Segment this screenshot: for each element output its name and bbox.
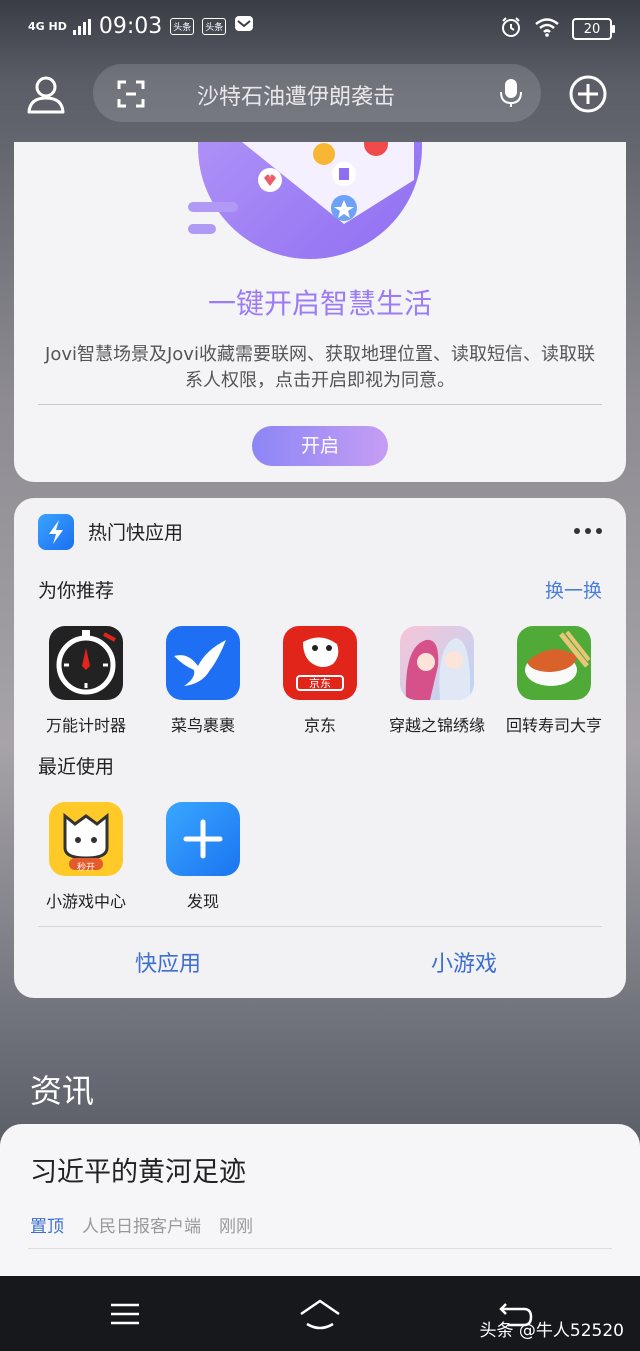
jd-dog-icon: 京东 [283, 626, 357, 700]
quick-apps-title: 热门快应用 [88, 522, 184, 544]
plus-icon [166, 802, 240, 876]
jovi-headline: 一键开启智慧生活 [207, 287, 432, 320]
network-type: 4G HD [28, 20, 67, 33]
watermark: 头条 @牛人52520 [479, 1321, 624, 1341]
quick-apps-link[interactable]: 快应用 [135, 946, 201, 978]
app-chuanyue[interactable]: 穿越之锦绣缘 [377, 626, 497, 736]
quick-app-logo-icon [38, 514, 74, 550]
app-label: 发现 [186, 892, 219, 911]
signal-icon [72, 18, 91, 35]
game-cat-icon: 秒开 [49, 802, 123, 876]
news-section-title: 资讯 [30, 1072, 95, 1110]
battery-icon: 20 [572, 18, 615, 40]
app-game-center[interactable]: 秒开 小游戏中心 [26, 802, 146, 912]
news-meta: 置顶 人民日报客户端 刚刚 [30, 1212, 253, 1237]
divider [28, 1248, 612, 1249]
app-label: 小游戏中心 [45, 892, 126, 911]
jovi-card: 一键开启智慧生活 Jovi智慧场景及Jovi收藏需要联网、获取地理位置、读取短信… [14, 142, 626, 482]
microphone-icon[interactable] [499, 78, 523, 108]
app-label: 穿越之锦绣缘 [388, 716, 485, 735]
anime-couple-icon [400, 626, 474, 700]
user-icon[interactable] [26, 74, 66, 114]
cainiao-bird-icon [166, 626, 240, 700]
news-card[interactable]: 习近平的黄河足迹 置顶 人民日报客户端 刚刚 [0, 1124, 640, 1284]
search-bar[interactable]: 沙特石油遭伊朗袭击 [93, 64, 541, 122]
message-icon [234, 14, 254, 39]
game-badge: 秒开 [76, 863, 95, 873]
app-discover[interactable]: 发现 [143, 802, 263, 912]
menu-icon[interactable] [110, 1302, 140, 1326]
sushi-icon [517, 626, 591, 700]
status-bar: 4G HD 09:03 头条 头条 20 [0, 0, 640, 56]
news-time: 刚刚 [219, 1217, 253, 1237]
home-icon[interactable] [298, 1298, 342, 1332]
app-label: 京东 [303, 716, 336, 735]
recent-title: 最近使用 [38, 756, 115, 778]
add-icon[interactable] [568, 74, 608, 114]
quick-apps-card: 热门快应用 为你推荐 换一换 万能计时器 菜鸟裹裹 京东 京东 穿越之锦绣缘 回… [14, 498, 626, 998]
news-title[interactable]: 习近平的黄河足迹 [30, 1150, 246, 1189]
app-cainiao[interactable]: 菜鸟裹裹 [143, 626, 263, 736]
app-jd[interactable]: 京东 京东 [260, 626, 380, 736]
svg-text:京东: 京东 [309, 676, 331, 690]
app-sushi[interactable]: 回转寿司大亨 [494, 626, 614, 736]
scan-icon[interactable] [117, 80, 145, 108]
divider [38, 926, 602, 927]
news-source: 人民日报客户端 [82, 1217, 201, 1237]
notification-badge: 头条 [202, 18, 227, 35]
wifi-icon [534, 17, 560, 41]
app-stopwatch[interactable]: 万能计时器 [26, 626, 146, 736]
stopwatch-icon [49, 626, 123, 700]
notification-badge: 头条 [170, 18, 195, 35]
app-label: 回转寿司大亨 [505, 716, 602, 735]
jovi-illustration [188, 142, 422, 259]
top-bar: 沙特石油遭伊朗袭击 [0, 62, 640, 126]
app-label: 万能计时器 [45, 716, 126, 735]
enable-button[interactable]: 开启 [252, 426, 388, 466]
recommended-title: 为你推荐 [38, 580, 115, 602]
refresh-button[interactable]: 换一换 [545, 576, 602, 603]
jovi-description: Jovi智慧场景及Jovi收藏需要联网、获取地理位置、读取短信、读取联系人权限，… [45, 344, 595, 391]
more-options-icon[interactable] [574, 528, 602, 534]
app-label: 菜鸟裹裹 [170, 716, 235, 735]
mini-games-link[interactable]: 小游戏 [431, 946, 497, 978]
alarm-icon [500, 16, 522, 42]
clock: 09:03 [98, 14, 163, 39]
pinned-tag: 置顶 [30, 1217, 64, 1237]
search-input[interactable]: 沙特石油遭伊朗袭击 [197, 79, 395, 111]
divider [38, 404, 602, 405]
